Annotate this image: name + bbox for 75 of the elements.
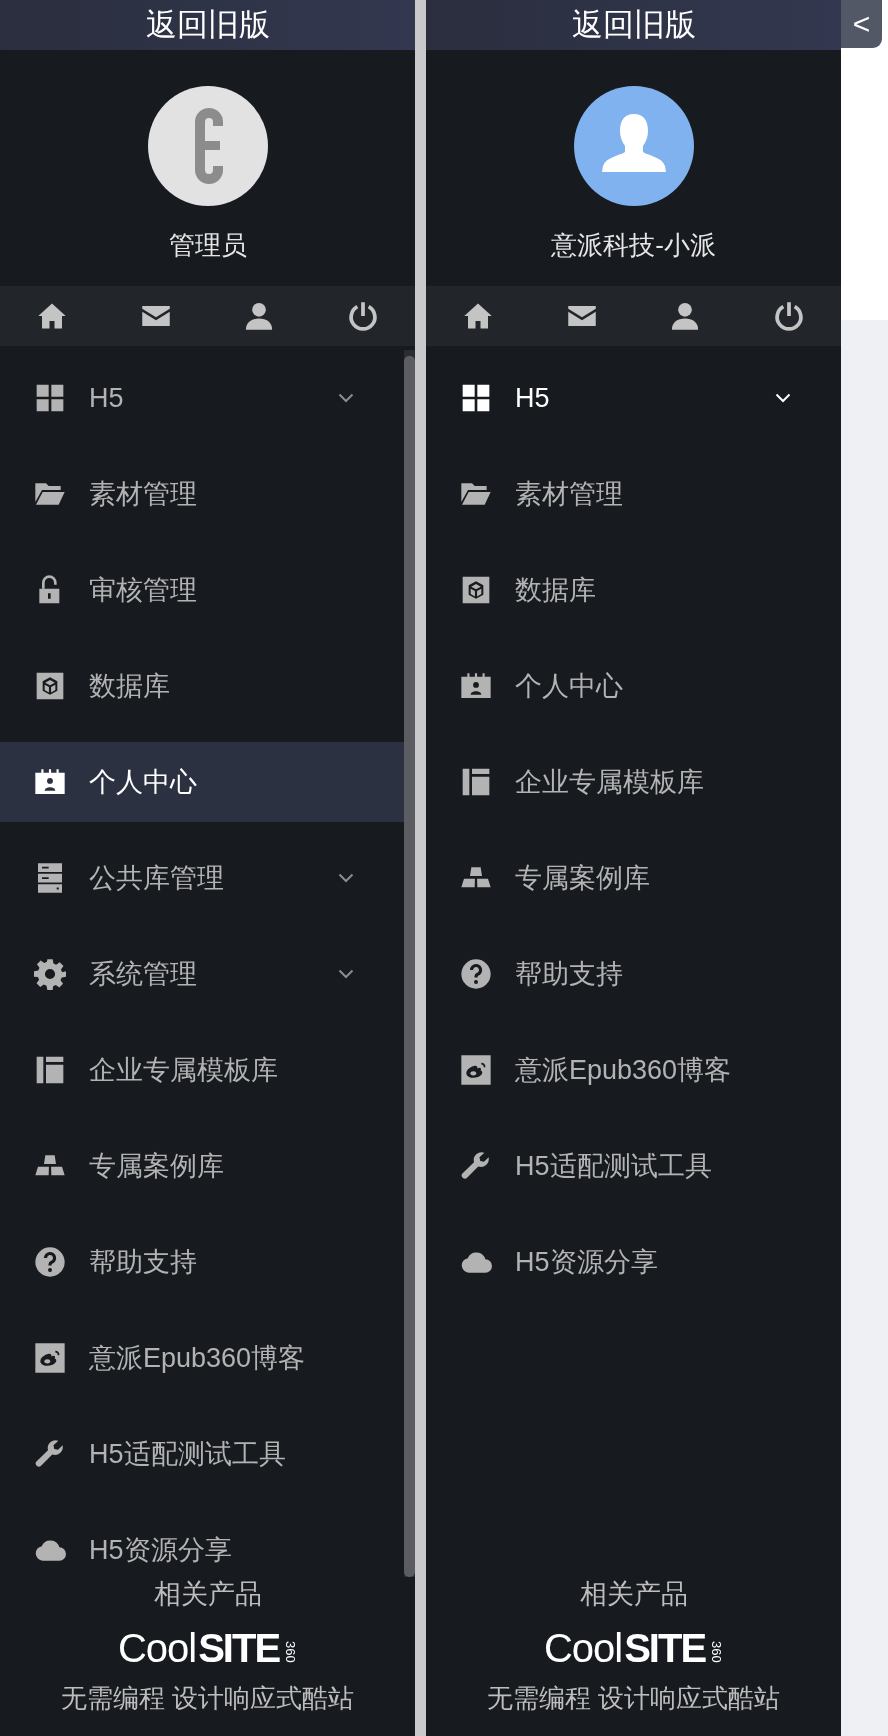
brand-logo[interactable]: CoolSITE 360 xyxy=(543,1625,724,1671)
menu-label: 意派Epub360博客 xyxy=(89,1342,306,1375)
menu-item[interactable]: 数据库 xyxy=(426,550,841,630)
menu-item[interactable]: 意派Epub360博客 xyxy=(0,1318,404,1398)
menu-label: 数据库 xyxy=(89,670,170,703)
menu-label: 个人中心 xyxy=(89,766,197,799)
menu-label: 数据库 xyxy=(515,574,596,607)
back-to-old-version-button[interactable]: 返回旧版 xyxy=(0,0,415,50)
help-icon xyxy=(34,1246,66,1278)
menu-item[interactable]: H5适配测试工具 xyxy=(426,1126,841,1206)
menu-item[interactable]: 数据库 xyxy=(0,646,404,726)
menu-label: 帮助支持 xyxy=(515,958,623,991)
scrollbar-thumb[interactable] xyxy=(404,356,415,1577)
menu-item[interactable]: 企业专属模板库 xyxy=(426,742,841,822)
menu-item[interactable]: 意派Epub360博客 xyxy=(426,1030,841,1110)
menu-label: 企业专属模板库 xyxy=(515,766,704,799)
menu-label: H5资源分享 xyxy=(89,1534,232,1567)
cube-icon xyxy=(34,670,66,702)
power-icon xyxy=(348,301,379,331)
brand-logo[interactable]: CoolSITE 360 xyxy=(117,1625,298,1671)
gear-icon xyxy=(34,958,66,990)
menu-item[interactable]: 系统管理 xyxy=(0,934,404,1014)
menu-label: H5 xyxy=(89,382,124,415)
home-icon xyxy=(462,301,493,331)
menu-item[interactable]: H5 xyxy=(426,358,841,438)
menu-item[interactable]: 帮助支持 xyxy=(426,934,841,1014)
grid-icon xyxy=(460,382,492,414)
menu-item[interactable]: 素材管理 xyxy=(426,454,841,534)
user-icon xyxy=(670,301,701,331)
menu-item[interactable]: 专属案例库 xyxy=(426,838,841,918)
user-icon xyxy=(244,301,275,331)
menu-label: 专属案例库 xyxy=(89,1150,224,1183)
slogan: 无需编程 设计响应式酷站 xyxy=(60,1682,355,1715)
menu-item[interactable]: H5适配测试工具 xyxy=(0,1414,404,1494)
menu-item[interactable]: 审核管理 xyxy=(0,550,404,630)
wrench-icon xyxy=(34,1438,66,1470)
menu-item[interactable]: 素材管理 xyxy=(0,454,404,534)
menu-label: H5 xyxy=(515,382,550,415)
menu-label: H5适配测试工具 xyxy=(89,1438,286,1471)
menu-item[interactable]: 企业专属模板库 xyxy=(0,1030,404,1110)
menu-label: 意派Epub360博客 xyxy=(515,1054,732,1087)
menu-item[interactable]: 个人中心 xyxy=(0,742,404,822)
menu-label: 素材管理 xyxy=(89,478,197,511)
menu-item[interactable]: H5资源分享 xyxy=(426,1222,841,1302)
menu-item[interactable]: 专属案例库 xyxy=(0,1126,404,1206)
menu-label: H5资源分享 xyxy=(515,1246,658,1279)
home-icon xyxy=(36,301,67,331)
menu-label: 审核管理 xyxy=(89,574,197,607)
help-icon xyxy=(460,958,492,990)
menu-label: 公共库管理 xyxy=(89,862,224,895)
menu-label: 企业专属模板库 xyxy=(89,1054,278,1087)
menu-label: 系统管理 xyxy=(89,958,197,991)
slogan: 无需编程 设计响应式酷站 xyxy=(486,1682,781,1715)
menu-item[interactable]: 个人中心 xyxy=(426,646,841,726)
cube-icon xyxy=(460,574,492,606)
grid-icon xyxy=(34,382,66,414)
menu-label: H5适配测试工具 xyxy=(515,1150,712,1183)
menu-label: 素材管理 xyxy=(515,478,623,511)
related-products-title: 相关产品 xyxy=(153,1578,262,1611)
menu-item[interactable]: 帮助支持 xyxy=(0,1222,404,1302)
menu-label: 专属案例库 xyxy=(515,862,650,895)
wrench-icon xyxy=(460,1150,492,1182)
menu-label: 个人中心 xyxy=(515,670,623,703)
layout-icon xyxy=(460,766,492,798)
back-to-old-version-button[interactable]: 返回旧版 xyxy=(426,0,841,50)
user-name: 意派科技-小派 xyxy=(551,230,716,260)
menu-item[interactable]: H5资源分享 xyxy=(0,1510,404,1577)
menu-label: 帮助支持 xyxy=(89,1246,197,1279)
power-icon xyxy=(774,301,805,331)
user-name: 管理员 xyxy=(168,230,247,260)
related-products-title: 相关产品 xyxy=(579,1578,688,1611)
menu-item[interactable]: H5 xyxy=(0,358,404,438)
layout-icon xyxy=(34,1054,66,1086)
menu-item[interactable]: 公共库管理 xyxy=(0,838,404,918)
collapse-button[interactable]: < xyxy=(841,0,882,48)
